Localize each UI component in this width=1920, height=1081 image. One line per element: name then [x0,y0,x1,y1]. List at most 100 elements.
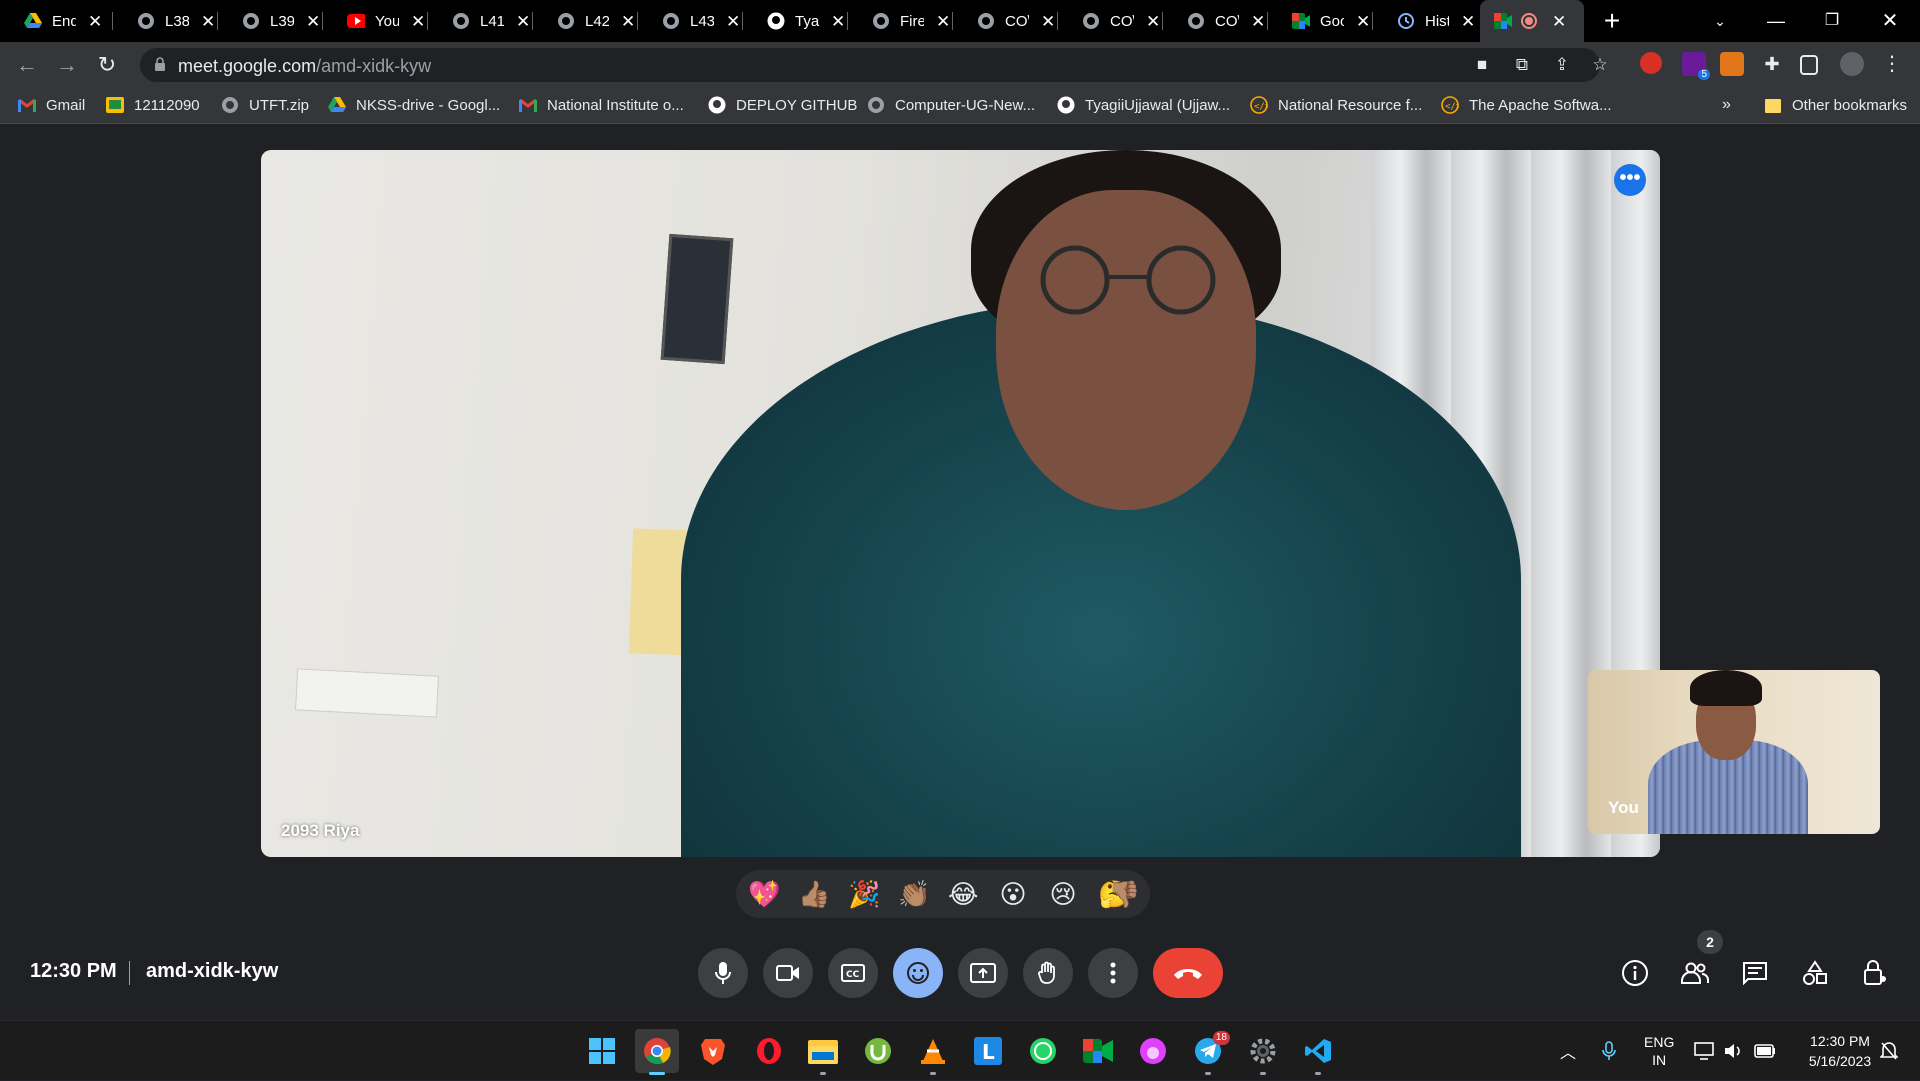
camera-in-use-icon[interactable]: ■ [1472,55,1492,75]
extensions-puzzle-icon[interactable]: ✚ [1760,52,1784,76]
tab-11[interactable]: CO\ ✕ [1163,0,1268,42]
reload-button[interactable]: ↻ [92,50,122,80]
metamask-icon[interactable] [1720,52,1744,76]
language-indicator[interactable]: ENG IN [1644,1021,1674,1081]
extension-purple-icon[interactable]: 5 [1682,52,1710,80]
open-in-new-icon[interactable]: ⧉ [1512,55,1532,75]
restore-button[interactable]: ❐ [1812,6,1852,36]
reaction-surprised[interactable]: 😮 [998,879,1028,909]
new-tab-button[interactable]: + [1598,7,1626,35]
bookmarks-overflow-button[interactable]: » [1722,94,1731,116]
present-screen-button[interactable] [958,948,1008,998]
tab-4[interactable]: L41 ✕ [428,0,533,42]
bookmark-star-icon[interactable]: ☆ [1590,55,1610,75]
file-explorer-icon[interactable] [807,1035,839,1075]
self-view-tile[interactable]: You [1588,670,1880,834]
bookmark-nkss-drive[interactable]: NKSS-drive - Googl... [328,94,500,116]
host-controls-button[interactable] [1858,956,1892,990]
reaction-clapping[interactable]: 👏🏽 [898,879,930,909]
close-icon[interactable]: ✕ [1356,13,1370,30]
telegram-icon[interactable]: 18 [1192,1031,1230,1075]
reaction-party-popper[interactable]: 🎉 [848,879,880,909]
tab-12[interactable]: Goo ✕ [1268,0,1373,42]
settings-gear-icon[interactable] [1247,1035,1279,1075]
close-icon[interactable]: ✕ [621,13,635,30]
close-icon[interactable]: ✕ [306,13,320,30]
chat-button[interactable] [1738,956,1772,990]
close-icon[interactable]: ✕ [1146,13,1160,30]
profile-avatar[interactable] [1840,52,1864,76]
more-options-button[interactable]: ••• [1614,164,1646,196]
system-clock[interactable]: 12:30 PM 5/16/2023 [1790,1031,1890,1071]
meeting-details-button[interactable] [1618,956,1652,990]
close-icon[interactable]: ✕ [1461,13,1475,30]
bookmark-apache[interactable]: </> The Apache Softwa... [1441,94,1612,116]
close-icon[interactable]: ✕ [516,13,530,30]
raise-hand-button[interactable] [1023,948,1073,998]
close-icon[interactable]: ✕ [411,13,425,30]
close-window-button[interactable]: ✕ [1870,6,1910,36]
minimize-button[interactable]: — [1756,6,1796,36]
notifications-icon[interactable] [1880,1021,1898,1081]
tab-7[interactable]: Tya ✕ [743,0,848,42]
tab-10[interactable]: CO\ ✕ [1058,0,1163,42]
whatsapp-icon[interactable] [1027,1035,1059,1067]
close-icon[interactable]: ✕ [1251,13,1265,30]
pink-app-icon[interactable] [1137,1035,1169,1067]
tab-2[interactable]: L39 ✕ [218,0,323,42]
tab-1[interactable]: L38 ✕ [113,0,218,42]
close-icon[interactable]: ✕ [1552,13,1566,30]
tab-9[interactable]: CO\ ✕ [953,0,1058,42]
brave-icon[interactable] [697,1035,729,1067]
bookmark-classroom[interactable]: 12112090 [106,94,200,116]
google-meet-taskbar-icon[interactable] [1082,1035,1114,1067]
close-icon[interactable]: ✕ [88,13,102,30]
people-button[interactable] [1678,956,1712,990]
close-icon[interactable]: ✕ [726,13,740,30]
volume-icon[interactable] [1724,1021,1744,1081]
main-participant-video[interactable]: 2093 Riya ••• [261,150,1660,857]
bookmark-utft[interactable]: UTFT.zip [221,94,309,116]
share-icon[interactable]: ⇪ [1552,55,1572,75]
show-hidden-icons-button[interactable]: ︿ [1560,1021,1576,1081]
network-icon[interactable] [1694,1021,1714,1081]
bookmark-tyagiiujjawal[interactable]: TyagiiUjjawal (Ujjaw... [1057,94,1230,116]
reaction-thumbs-down[interactable]: 👎🏽 [1108,879,1140,909]
reaction-laughing[interactable]: 😂 [948,879,978,909]
tab-0[interactable]: End ✕ [0,0,113,42]
camera-button[interactable] [763,948,813,998]
microphone-button[interactable] [698,948,748,998]
more-options-button[interactable] [1088,948,1138,998]
tab-13[interactable]: Hist ✕ [1373,0,1478,42]
reaction-thumbs-up[interactable]: 👍🏽 [798,879,830,909]
reaction-crying[interactable]: 😢 [1048,879,1078,909]
microphone-tray-icon[interactable] [1602,1021,1616,1081]
captions-button[interactable]: CC [828,948,878,998]
windows-start-icon[interactable] [586,1035,618,1067]
opera-icon[interactable] [753,1035,785,1067]
vlc-icon[interactable] [917,1035,949,1075]
other-bookmarks-folder[interactable]: Other bookmarks [1764,94,1907,116]
tab-search-icon[interactable]: ⌄ [1700,6,1740,36]
utorrent-icon[interactable] [862,1035,894,1067]
tab-3[interactable]: You ✕ [323,0,428,42]
address-bar[interactable]: meet.google.com/amd-xidk-kyw ■ ⧉ ⇪ ☆ [140,48,1608,82]
leave-call-button[interactable] [1153,948,1223,998]
bookmark-national-institute[interactable]: National Institute o... [519,94,684,116]
reactions-button[interactable] [893,948,943,998]
extension-red-icon[interactable] [1640,52,1662,74]
back-button[interactable]: ← [12,50,42,80]
side-panel-icon[interactable] [1800,55,1818,75]
vscode-icon[interactable] [1302,1035,1334,1075]
tab-5[interactable]: L42 ✕ [533,0,638,42]
battery-icon[interactable] [1754,1021,1776,1081]
bookmark-national-resource[interactable]: </> National Resource f... [1250,94,1422,116]
forward-button[interactable]: → [52,50,82,80]
chrome-taskbar-icon[interactable] [635,1029,679,1075]
close-icon[interactable]: ✕ [936,13,950,30]
reaction-sparkling-heart[interactable]: 💖 [748,879,780,909]
bookmark-computer-ug[interactable]: Computer-UG-New... [867,94,1035,116]
menu-kebab-icon[interactable]: ⋮ [1880,52,1904,76]
close-icon[interactable]: ✕ [201,13,215,30]
close-icon[interactable]: ✕ [1041,13,1055,30]
